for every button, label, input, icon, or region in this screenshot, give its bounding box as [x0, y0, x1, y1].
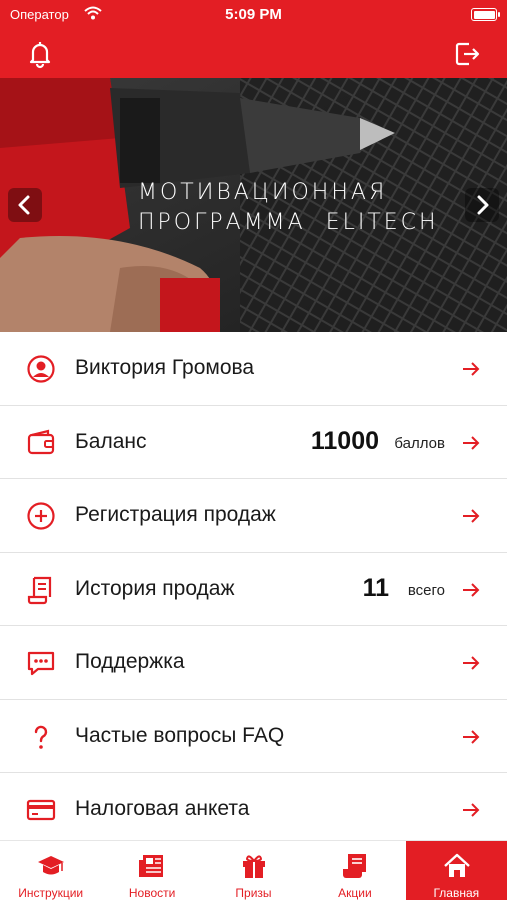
chevron-left-icon: [18, 195, 30, 215]
tab-promotions[interactable]: Акции: [304, 841, 405, 900]
tab-label: Акции: [338, 886, 372, 900]
tab-home[interactable]: Главная: [405, 841, 507, 900]
menu-item-profile[interactable]: Виктория Громова: [0, 332, 507, 406]
top-nav-bar: [0, 30, 507, 78]
balance-unit: баллов: [394, 434, 445, 452]
arrow-right-icon: [463, 362, 480, 376]
promo-banner[interactable]: МОТИВАЦИОННАЯ ПРОГРАММА ELITECH: [0, 78, 507, 332]
wallet-icon: [27, 429, 55, 454]
question-icon: [34, 725, 48, 749]
menu-item-label: Баланс: [75, 429, 147, 453]
tab-instructions[interactable]: Инструкции: [0, 841, 101, 900]
banner-prev-button[interactable]: [8, 188, 42, 222]
banner-next-button[interactable]: [465, 188, 499, 222]
menu-item-label: Налоговая анкета: [75, 797, 250, 820]
banner-title: МОТИВАЦИОННАЯ ПРОГРАММА ELITECH: [138, 178, 439, 238]
plus-circle-icon: [27, 502, 55, 530]
tab-prizes[interactable]: Призы: [203, 841, 304, 900]
receipt-icon: [27, 576, 52, 604]
gift-icon: [242, 855, 265, 878]
bell-icon[interactable]: [24, 38, 56, 70]
banner-title-line1: МОТИВАЦИОННАЯ: [138, 180, 388, 205]
menu-item-faq[interactable]: Частые вопросы FAQ: [0, 699, 507, 773]
newspaper-icon: [139, 855, 164, 877]
sales-count-unit: всего: [407, 581, 445, 599]
card-icon: [26, 799, 56, 821]
tab-label: Новости: [128, 886, 176, 900]
menu-item-label: Виктория Громова: [75, 356, 255, 379]
bottom-tab-bar: Инструкции Новости Призы Акции Главная: [0, 840, 507, 900]
arrow-right-icon: [463, 509, 480, 523]
battery-icon: [471, 8, 500, 21]
menu-item-label: История продаж: [75, 576, 235, 600]
graduation-cap-icon: [38, 856, 64, 875]
arrow-right-icon: [463, 582, 480, 597]
menu-item-label: Частые вопросы FAQ: [75, 723, 285, 747]
ticket-icon: [343, 854, 367, 878]
status-time: 5:09 PM: [225, 6, 282, 23]
sales-count-value: 11: [362, 573, 389, 602]
arrow-right-icon: [463, 435, 480, 450]
tab-label: Призы: [235, 886, 272, 900]
menu-item-sales-registration[interactable]: Регистрация продаж: [0, 479, 507, 553]
balance-value: 11000: [310, 426, 379, 455]
main-menu: Виктория Громова Баланс 11000 баллов Рег…: [0, 332, 507, 847]
arrow-right-icon: [463, 656, 480, 670]
menu-item-tax-form[interactable]: Налоговая анкета: [0, 773, 507, 847]
menu-item-sales-history[interactable]: История продаж 11 всего: [0, 552, 507, 626]
user-icon: [27, 355, 55, 383]
menu-item-label: Поддержка: [75, 650, 185, 673]
logout-icon[interactable]: [451, 38, 483, 70]
tab-label: Инструкции: [18, 886, 84, 900]
menu-item-support[interactable]: Поддержка: [0, 626, 507, 700]
arrow-right-icon: [463, 729, 480, 744]
tab-news[interactable]: Новости: [101, 841, 202, 900]
menu-item-label: Регистрация продаж: [75, 503, 276, 526]
status-bar: Оператор 5:09 PM: [0, 0, 507, 30]
home-icon: [443, 853, 470, 877]
banner-title-line2: ПРОГРАММА ELITECH: [138, 210, 439, 235]
tab-label: Главная: [433, 886, 480, 900]
menu-item-balance[interactable]: Баланс 11000 баллов: [0, 405, 507, 479]
chat-icon: [27, 651, 55, 676]
chevron-right-icon: [477, 195, 489, 215]
arrow-right-icon: [463, 803, 480, 817]
